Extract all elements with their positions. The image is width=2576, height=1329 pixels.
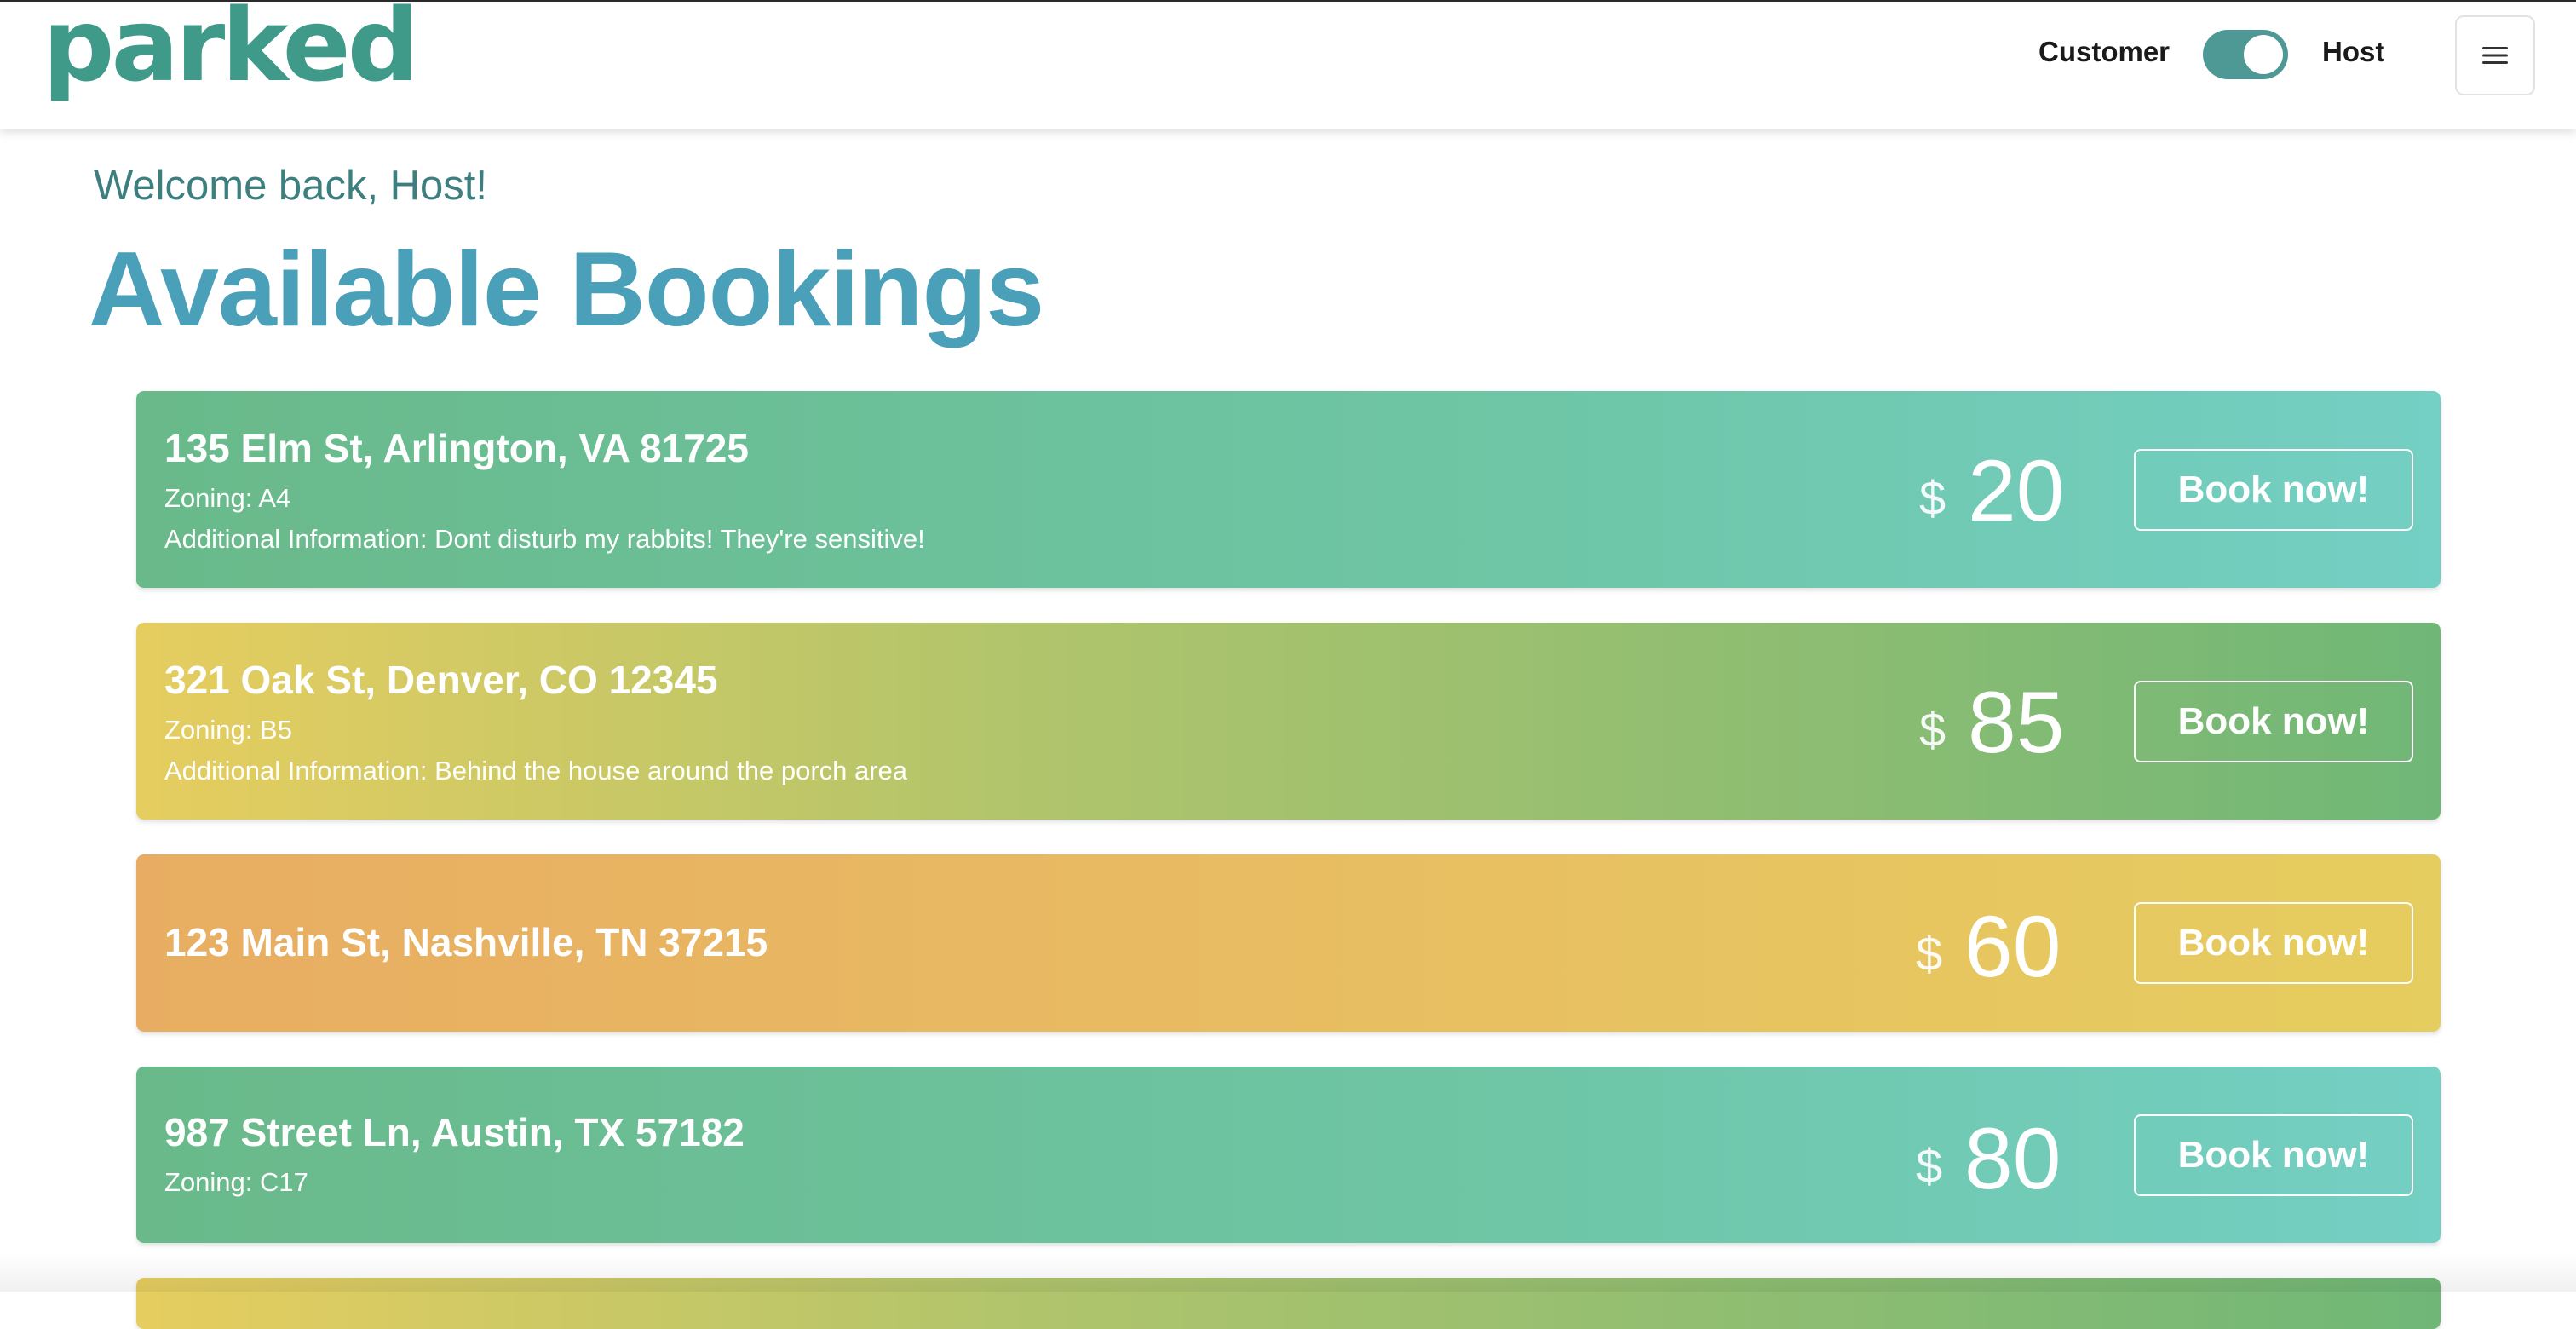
booking-address: 123 Main St, Nashville, TN 37215	[164, 920, 768, 964]
dollar-sign: $	[1916, 927, 1943, 981]
booking-info: Additional Information: Behind the house…	[164, 756, 908, 785]
book-now-button[interactable]: Book now!	[2134, 449, 2413, 531]
toggle-knob	[2244, 35, 2283, 74]
booking-address: 135 Elm St, Arlington, VA 81725	[164, 426, 749, 470]
booking-card: 123 Main St, Nashville, TN 37215 $ 60 Bo…	[136, 854, 2441, 1032]
booking-zoning: Zoning: C17	[164, 1167, 308, 1197]
booking-price: 80	[1964, 1110, 2061, 1207]
booking-card: 135 Elm St, Arlington, VA 81725 Zoning: …	[136, 391, 2441, 588]
hamburger-icon	[2482, 47, 2508, 64]
dollar-sign: $	[1919, 703, 1946, 757]
dollar-sign: $	[1916, 1139, 1943, 1193]
page-title: Available Bookings	[89, 231, 1044, 348]
booking-zoning: Zoning: B5	[164, 715, 292, 745]
booking-address: 321 Oak St, Denver, CO 12345	[164, 658, 718, 702]
booking-card: 987 Street Ln, Austin, TX 57182 Zoning: …	[136, 1067, 2441, 1243]
customer-host-toggle[interactable]	[2203, 30, 2288, 79]
menu-button[interactable]	[2455, 15, 2535, 95]
book-now-button[interactable]: Book now!	[2134, 902, 2413, 984]
booking-price: 60	[1964, 898, 2061, 995]
booking-card-partial	[136, 1278, 2441, 1329]
booking-address: 987 Street Ln, Austin, TX 57182	[164, 1110, 745, 1154]
booking-price: 20	[1968, 442, 2065, 539]
customer-mode-label: Customer	[2038, 36, 2171, 67]
welcome-message: Welcome back, Host!	[94, 163, 488, 209]
top-navbar: parked Customer Host	[0, 0, 2576, 129]
book-now-button[interactable]: Book now!	[2134, 1114, 2413, 1196]
book-now-button[interactable]: Book now!	[2134, 681, 2413, 762]
booking-card: 321 Oak St, Denver, CO 12345 Zoning: B5 …	[136, 623, 2441, 820]
booking-price: 85	[1968, 674, 2065, 771]
parked-logo[interactable]: parked	[43, 0, 419, 95]
dollar-sign: $	[1919, 471, 1946, 525]
host-mode-label: Host	[2322, 36, 2385, 67]
booking-zoning: Zoning: A4	[164, 483, 291, 513]
booking-info: Additional Information: Dont disturb my …	[164, 524, 925, 554]
